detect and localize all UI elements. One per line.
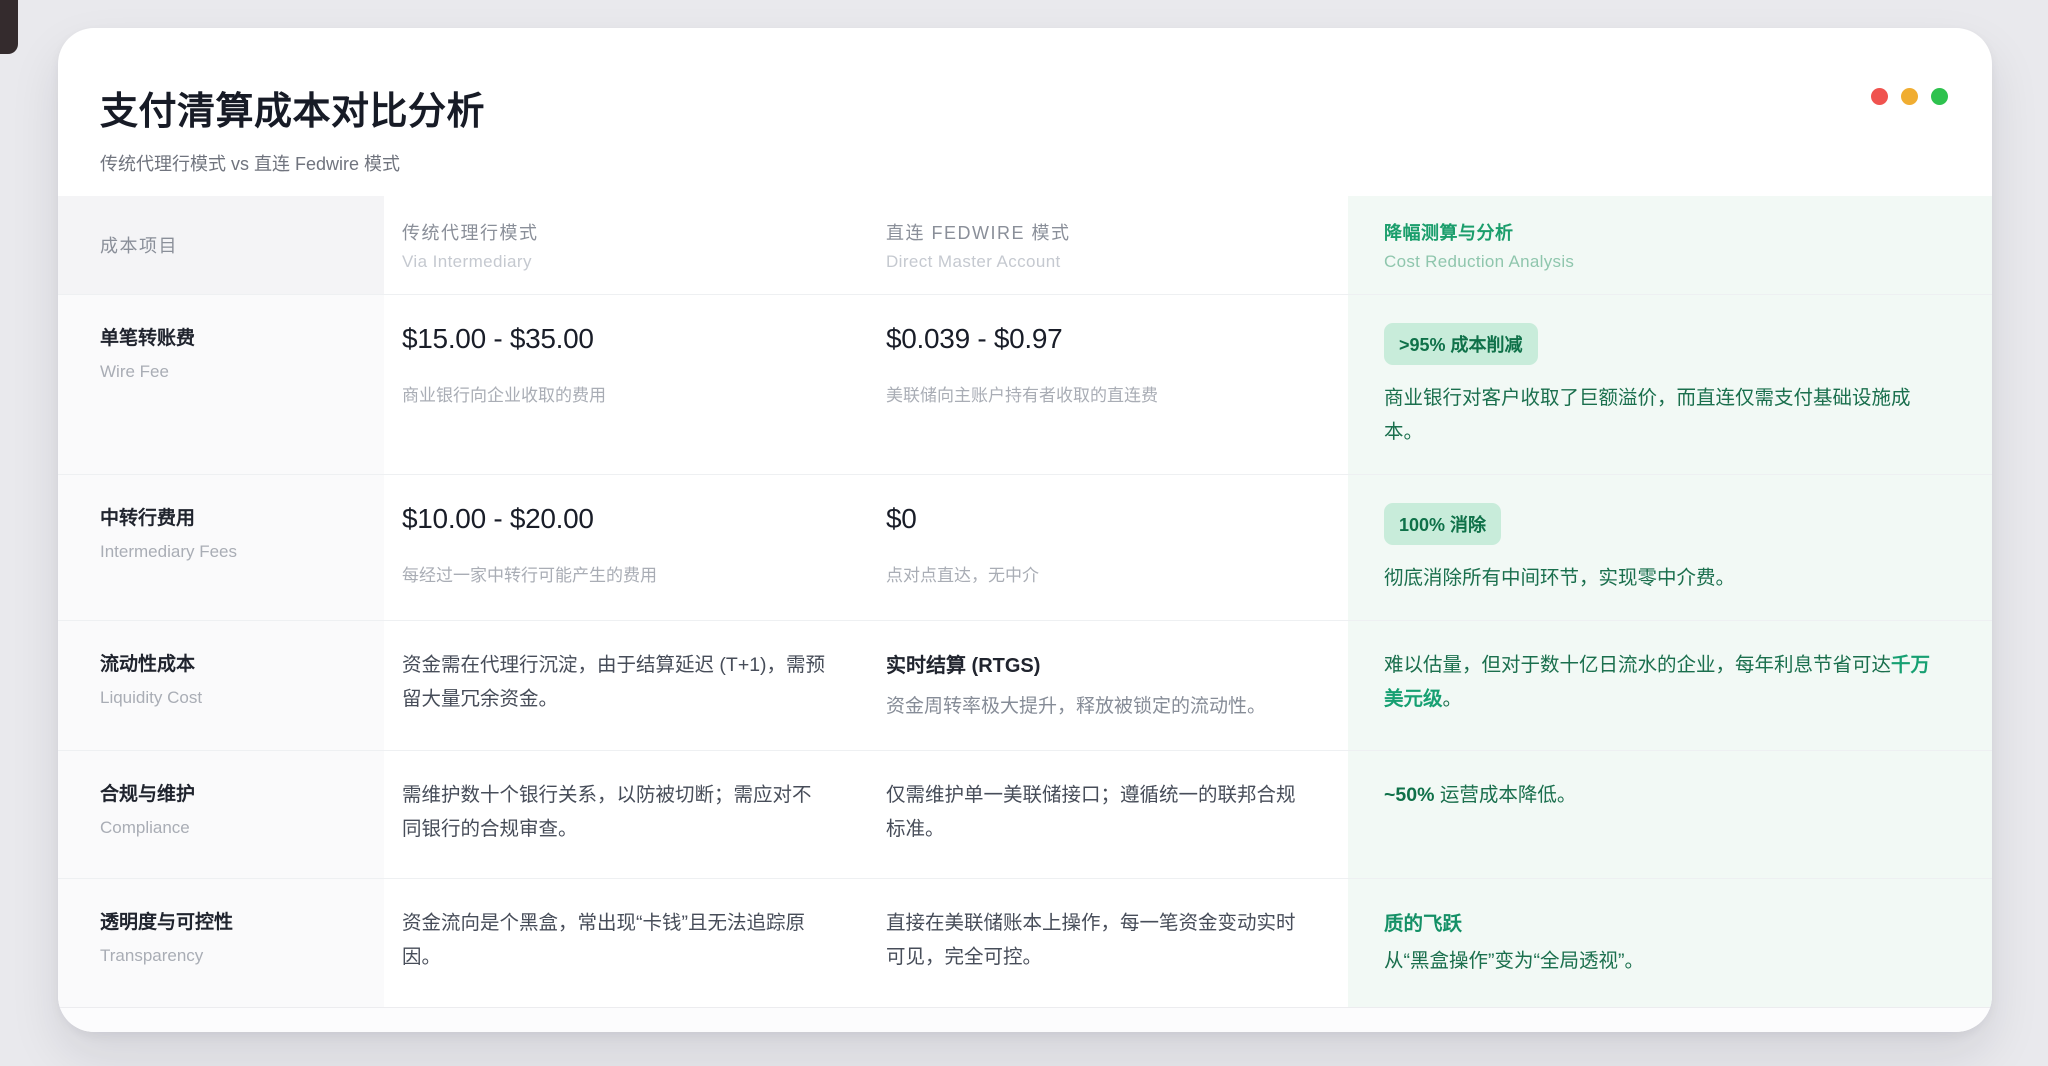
comparison-table: 成本项目 传统代理行模式 Via Intermediary 直连 FEDWIRE… (58, 196, 1992, 1007)
table-row-transparency: 透明度与可控性 Transparency 资金流向是个黑盒，常出现“卡钱”且无法… (58, 878, 1992, 1007)
cell-text: 资金流向是个黑盒，常出现“卡钱”且无法追踪原因。 (402, 907, 830, 975)
cell-text: 仅需维护单一美联储接口；遵循统一的联邦合规标准。 (886, 779, 1308, 847)
row-item-subtitle: Intermediary Fees (100, 542, 360, 562)
column-header-label: 降幅测算与分析 (1384, 219, 1948, 245)
analysis-cell: 难以估量，但对于数十亿日流水的企业，每年利息节省可达千万美元级。 (1348, 621, 1992, 750)
price-note: 美联储向主账户持有者收取的直连费 (886, 381, 1308, 406)
table-row-intermediary-fees: 中转行费用 Intermediary Fees $10.00 - $20.00 … (58, 474, 1992, 620)
price-note: 商业银行向企业收取的费用 (402, 381, 830, 406)
minimize-window-icon[interactable] (1901, 88, 1918, 105)
table-header-row: 成本项目 传统代理行模式 Via Intermediary 直连 FEDWIRE… (58, 196, 1992, 294)
analysis-text: 从“黑盒操作”变为“全局透视”。 (1384, 945, 1948, 979)
window-controls (1871, 88, 1948, 105)
analysis-cell: >95% 成本削减 商业银行对客户收取了巨额溢价，而直连仅需支付基础设施成本。 (1348, 295, 1992, 474)
column-header-label: 成本项目 (100, 232, 360, 258)
column-header-label: 传统代理行模式 (402, 219, 830, 245)
price-note: 每经过一家中转行可能产生的费用 (402, 561, 830, 586)
credit-text: 制表: ODAILY ETHAN (1723, 1031, 1948, 1032)
fedwire-cell: 仅需维护单一美联储接口；遵循统一的联邦合规标准。 (870, 751, 1348, 878)
column-header-sublabel: Direct Master Account (886, 252, 1308, 272)
cell-text: 直接在美联储账本上操作，每一笔资金变动实时可见，完全可控。 (886, 907, 1308, 975)
row-item-subtitle: Transparency (100, 946, 360, 966)
card-footer: 制表: ODAILY ETHAN (58, 1007, 1992, 1032)
price-value: $0.039 - $0.97 (886, 323, 1308, 355)
cell-text: 资金需在代理行沉淀，由于结算延迟 (T+1)，需预留大量冗余资金。 (402, 649, 830, 717)
traditional-cell: 需维护数十个银行关系，以防被切断；需应对不同银行的合规审查。 (384, 751, 870, 878)
background-corner-artifact (0, 0, 18, 54)
traditional-cell: $10.00 - $20.00 每经过一家中转行可能产生的费用 (384, 475, 870, 620)
analysis-emphasis: ~50% (1384, 784, 1434, 806)
reduction-badge: >95% 成本削减 (1384, 323, 1538, 365)
row-item-title: 合规与维护 (100, 779, 360, 806)
reduction-badge: 100% 消除 (1384, 503, 1501, 545)
row-item-cell: 单笔转账费 Wire Fee (58, 295, 384, 474)
analysis-text: 彻底消除所有中间环节，实现零中介费。 (1384, 562, 1948, 596)
traditional-cell: 资金流向是个黑盒，常出现“卡钱”且无法追踪原因。 (384, 879, 870, 1007)
analysis-text-part: 运营成本降低。 (1434, 784, 1576, 806)
row-item-subtitle: Wire Fee (100, 362, 360, 382)
traditional-cell: 资金需在代理行沉淀，由于结算延迟 (T+1)，需预留大量冗余资金。 (384, 621, 870, 750)
cell-value-note: 资金周转率极大提升，释放被锁定的流动性。 (886, 692, 1308, 722)
row-item-subtitle: Liquidity Cost (100, 688, 360, 708)
row-item-title: 单笔转账费 (100, 323, 360, 350)
row-item-cell: 合规与维护 Compliance (58, 751, 384, 878)
analysis-cell: 质的飞跃 从“黑盒操作”变为“全局透视”。 (1348, 879, 1992, 1007)
row-item-title: 中转行费用 (100, 503, 360, 530)
price-value: $15.00 - $35.00 (402, 323, 830, 355)
page-subtitle: 传统代理行模式 vs 直连 Fedwire 模式 (100, 150, 1950, 176)
row-item-title: 透明度与可控性 (100, 907, 360, 934)
row-item-cell: 透明度与可控性 Transparency (58, 879, 384, 1007)
column-header-analysis: 降幅测算与分析 Cost Reduction Analysis (1348, 196, 1992, 294)
comparison-card: 支付清算成本对比分析 传统代理行模式 vs 直连 Fedwire 模式 成本项目… (58, 28, 1992, 1032)
column-header-label: 直连 FEDWIRE 模式 (886, 219, 1308, 245)
fedwire-cell: $0 点对点直达，无中介 (870, 475, 1348, 620)
row-item-cell: 中转行费用 Intermediary Fees (58, 475, 384, 620)
cell-value: 实时结算 (RTGS) (886, 649, 1308, 678)
analysis-text: 商业银行对客户收取了巨额溢价，而直连仅需支付基础设施成本。 (1384, 382, 1948, 450)
card-header: 支付清算成本对比分析 传统代理行模式 vs 直连 Fedwire 模式 (58, 28, 1992, 196)
column-header-sublabel: Cost Reduction Analysis (1384, 252, 1948, 272)
fedwire-cell: 实时结算 (RTGS) 资金周转率极大提升，释放被锁定的流动性。 (870, 621, 1348, 750)
row-item-cell: 流动性成本 Liquidity Cost (58, 621, 384, 750)
traditional-cell: $15.00 - $35.00 商业银行向企业收取的费用 (384, 295, 870, 474)
column-header-sublabel: Via Intermediary (402, 252, 830, 272)
analysis-text-part: 。 (1443, 688, 1463, 710)
fedwire-cell: 直接在美联储账本上操作，每一笔资金变动实时可见，完全可控。 (870, 879, 1348, 1007)
table-row-compliance: 合规与维护 Compliance 需维护数十个银行关系，以防被切断；需应对不同银… (58, 750, 1992, 878)
page-title: 支付清算成本对比分析 (100, 80, 1950, 135)
analysis-cell: 100% 消除 彻底消除所有中间环节，实现零中介费。 (1348, 475, 1992, 620)
table-row-wire-fee: 单笔转账费 Wire Fee $15.00 - $35.00 商业银行向企业收取… (58, 294, 1992, 474)
price-value: $10.00 - $20.00 (402, 503, 830, 535)
analysis-title: 质的飞跃 (1384, 907, 1948, 936)
fedwire-cell: $0.039 - $0.97 美联储向主账户持有者收取的直连费 (870, 295, 1348, 474)
cell-text: 需维护数十个银行关系，以防被切断；需应对不同银行的合规审查。 (402, 779, 830, 847)
close-window-icon[interactable] (1871, 88, 1888, 105)
analysis-text: ~50% 运营成本降低。 (1384, 779, 1948, 813)
row-item-subtitle: Compliance (100, 818, 360, 838)
analysis-cell: ~50% 运营成本降低。 (1348, 751, 1992, 878)
row-item-title: 流动性成本 (100, 649, 360, 676)
analysis-text: 难以估量，但对于数十亿日流水的企业，每年利息节省可达千万美元级。 (1384, 649, 1948, 717)
table-row-liquidity-cost: 流动性成本 Liquidity Cost 资金需在代理行沉淀，由于结算延迟 (T… (58, 620, 1992, 750)
column-header-traditional: 传统代理行模式 Via Intermediary (384, 196, 870, 294)
analysis-text-part: 难以估量，但对于数十亿日流水的企业，每年利息节省可达 (1384, 654, 1891, 676)
price-value: $0 (886, 503, 1308, 535)
price-note: 点对点直达，无中介 (886, 561, 1308, 586)
column-header-cost-item: 成本项目 (58, 196, 384, 294)
maximize-window-icon[interactable] (1931, 88, 1948, 105)
column-header-fedwire: 直连 FEDWIRE 模式 Direct Master Account (870, 196, 1348, 294)
